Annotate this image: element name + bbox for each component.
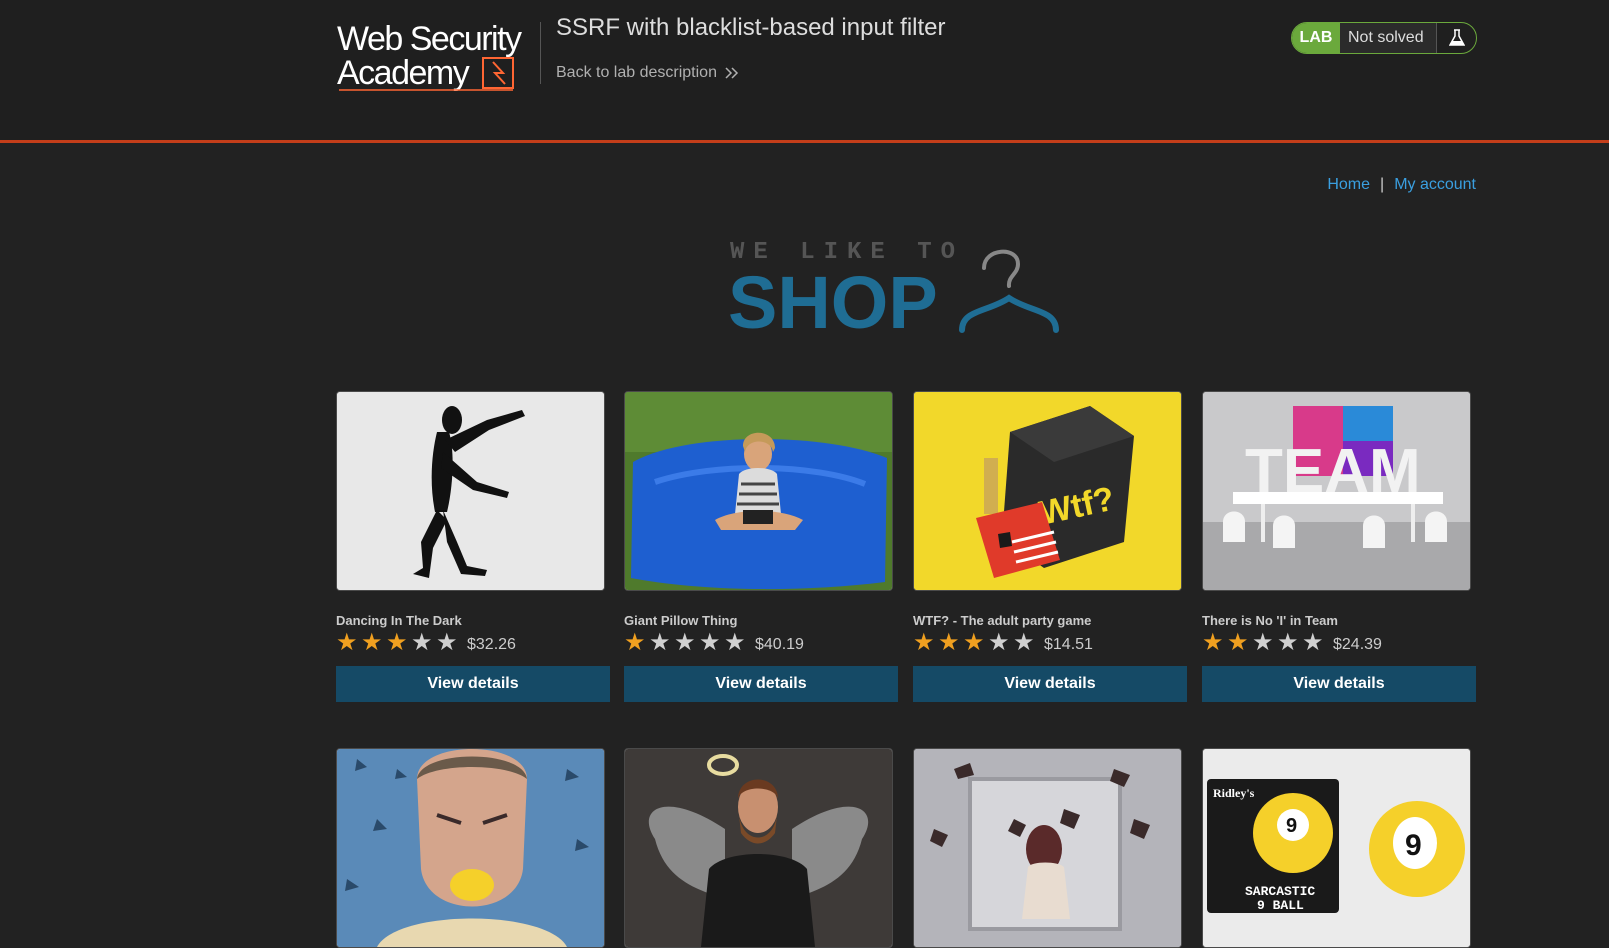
star-icon: ★	[1302, 629, 1324, 656]
star-icon: ★	[361, 629, 383, 656]
star-icon: ★	[913, 629, 935, 656]
my-account-link[interactable]: My account	[1394, 176, 1476, 194]
star-icon: ★	[624, 629, 646, 656]
clothes-hanger-icon	[959, 249, 1059, 333]
lab-title: SSRF with blacklist-based input filter	[556, 14, 946, 41]
star-icon: ★	[1202, 629, 1224, 656]
ball-line2-label: 9 BALL	[1257, 898, 1304, 913]
product-price: $14.51	[1044, 636, 1093, 653]
star-icon: ★	[1013, 629, 1035, 656]
back-to-lab-description-link[interactable]: Back to lab description	[556, 64, 739, 82]
star-icon: ★	[411, 629, 433, 656]
star-icon: ★	[386, 629, 408, 656]
star-icon: ★	[938, 629, 960, 656]
star-icon: ★	[1277, 629, 1299, 656]
we-like-to-shop-banner: WE LIKE TO SHOP	[728, 240, 1059, 340]
lab-badge: LAB	[1292, 23, 1340, 53]
star-icon: ★	[1252, 629, 1274, 656]
star-icon: ★	[1227, 629, 1249, 656]
star-icon: ★	[436, 629, 458, 656]
product-image-giant-pillow-thing	[624, 391, 893, 591]
product-rating: ★ ★ ★ ★ ★ $32.26	[336, 631, 516, 655]
product-name: Giant Pillow Thing	[624, 613, 738, 628]
logo-divider	[540, 22, 541, 84]
hero-shop-word: SHOP	[728, 261, 938, 340]
logo-bolt-icon	[492, 61, 506, 85]
view-details-button[interactable]: View details	[1202, 666, 1476, 702]
ball-number-label: 9	[1286, 815, 1297, 837]
product-price: $24.39	[1333, 636, 1382, 653]
header-divider	[0, 140, 1609, 143]
product-image-wtf-party-game: Wtf?	[913, 391, 1182, 591]
ball-big-number-label: 9	[1405, 829, 1422, 862]
product-price: $32.26	[467, 636, 516, 653]
back-link-label: Back to lab description	[556, 64, 717, 81]
product-rating: ★ ★ ★ ★ ★ $14.51	[913, 631, 1093, 655]
ball-brand-label: Ridley's	[1213, 786, 1255, 800]
nav-separator: |	[1380, 176, 1385, 193]
view-details-button[interactable]: View details	[913, 666, 1187, 702]
flask-icon[interactable]	[1437, 23, 1476, 53]
lab-status-widget: LAB Not solved	[1291, 22, 1477, 54]
logo-line1: Web Security	[337, 20, 522, 58]
view-details-button[interactable]: View details	[336, 666, 610, 702]
view-details-button[interactable]: View details	[624, 666, 898, 702]
lab-status-text: Not solved	[1340, 23, 1437, 53]
star-icon: ★	[674, 629, 696, 656]
product-rating: ★ ★ ★ ★ ★ $24.39	[1202, 631, 1382, 655]
product-image-dancing-in-the-dark	[336, 391, 605, 591]
star-icon: ★	[724, 629, 746, 656]
top-navigation: Home | My account	[1327, 176, 1476, 194]
product-name: Dancing In The Dark	[336, 613, 462, 628]
ball-line1-label: SARCASTIC	[1245, 884, 1315, 899]
product-price: $40.19	[755, 636, 804, 653]
product-name: There is No 'I' in Team	[1202, 613, 1338, 628]
product-name: WTF? - The adult party game	[913, 613, 1092, 628]
star-icon: ★	[649, 629, 671, 656]
star-icon: ★	[336, 629, 358, 656]
product-rating: ★ ★ ★ ★ ★ $40.19	[624, 631, 804, 655]
product-image-man-biting-lemon	[336, 748, 605, 948]
logo-line2: Academy	[337, 54, 470, 92]
home-link[interactable]: Home	[1327, 176, 1370, 194]
star-icon: ★	[699, 629, 721, 656]
product-image-woman-flying-books	[913, 748, 1182, 948]
double-chevron-right-icon	[725, 67, 739, 79]
product-image-sarcastic-9-ball: Ridley's 9 SARCASTIC 9 BALL 9	[1202, 748, 1471, 948]
product-image-no-i-in-team: TEAM	[1202, 391, 1471, 591]
web-security-academy-logo[interactable]: Web Security Academy	[337, 20, 537, 92]
product-image-bearded-man-angel-wings	[624, 748, 893, 948]
star-icon: ★	[988, 629, 1010, 656]
star-icon: ★	[963, 629, 985, 656]
